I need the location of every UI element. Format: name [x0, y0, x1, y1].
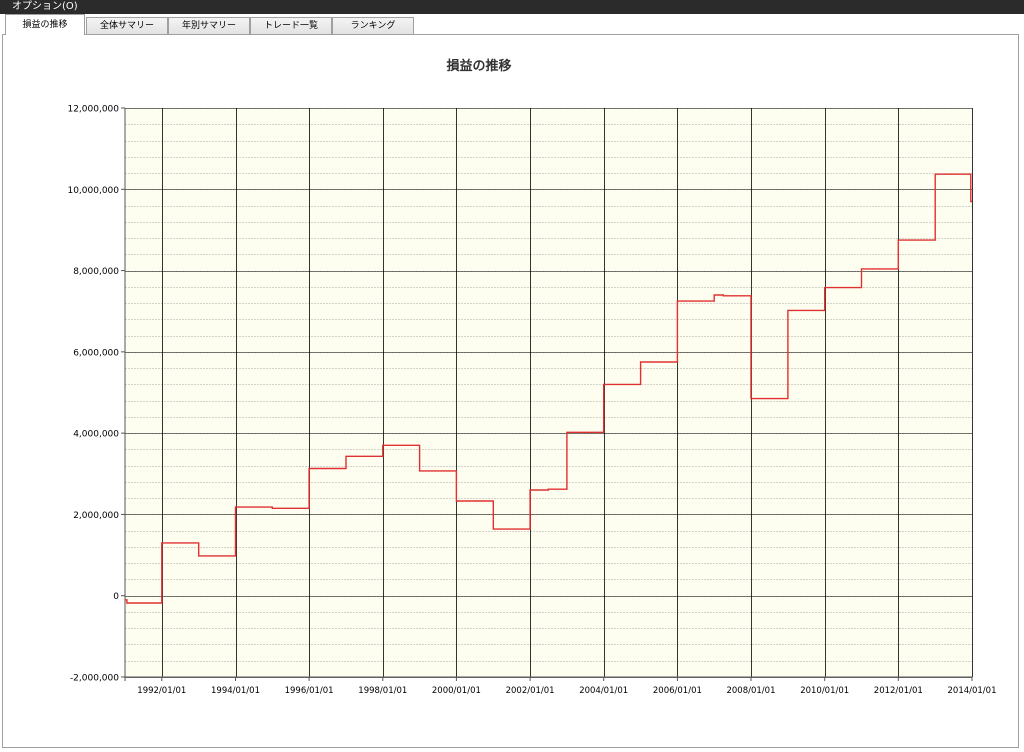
- tab-trade-list[interactable]: トレード一覧: [250, 17, 332, 34]
- tab-yearly-summary[interactable]: 年別サマリー: [168, 17, 250, 34]
- y-tick-label: 12,000,000: [67, 105, 119, 115]
- y-tick-label: 4,000,000: [73, 430, 119, 440]
- x-tick-label: 2010/01/01: [800, 686, 849, 696]
- x-tick-label: 2008/01/01: [726, 686, 775, 696]
- x-tick-label: 2000/01/01: [432, 686, 481, 696]
- tab-bar: 損益の推移 全体サマリー 年別サマリー トレード一覧 ランキング: [0, 14, 1024, 35]
- tab-ranking[interactable]: ランキング: [332, 17, 414, 34]
- y-tick-label: 6,000,000: [73, 348, 119, 358]
- x-tick-label: 1998/01/01: [358, 686, 407, 696]
- x-tick-label: 1992/01/01: [137, 686, 186, 696]
- tab-overall-summary[interactable]: 全体サマリー: [86, 17, 168, 34]
- x-tick-label: 2002/01/01: [506, 686, 555, 696]
- x-tick-label: 1994/01/01: [211, 686, 260, 696]
- x-tick-label: 2012/01/01: [874, 686, 923, 696]
- x-tick-label: 2014/01/01: [948, 686, 997, 696]
- options-menu[interactable]: オプション(O): [0, 1, 78, 12]
- chart-panel: -2,000,000 0 2,000,000 4,000,000 6,000,000 8,…: [2, 34, 1019, 748]
- y-tick-label: 8,000,000: [73, 267, 119, 277]
- y-tick-label: 10,000,000: [67, 186, 119, 196]
- profit-chart: -2,000,000 0 2,000,000 4,000,000 6,000,000 8,…: [67, 58, 997, 696]
- y-tick-label: -2,000,000: [70, 674, 119, 684]
- chart-title: 損益の推移: [446, 58, 511, 74]
- plot-area: [125, 108, 972, 677]
- x-tick-label: 2006/01/01: [653, 686, 702, 696]
- y-tick-label: 2,000,000: [73, 511, 119, 521]
- y-tick-label: 0: [113, 592, 119, 602]
- x-tick-label: 1996/01/01: [285, 686, 334, 696]
- menu-bar: オプション(O): [0, 0, 1024, 14]
- tab-profit-trend[interactable]: 損益の推移: [5, 14, 85, 35]
- x-tick-label: 2004/01/01: [579, 686, 628, 696]
